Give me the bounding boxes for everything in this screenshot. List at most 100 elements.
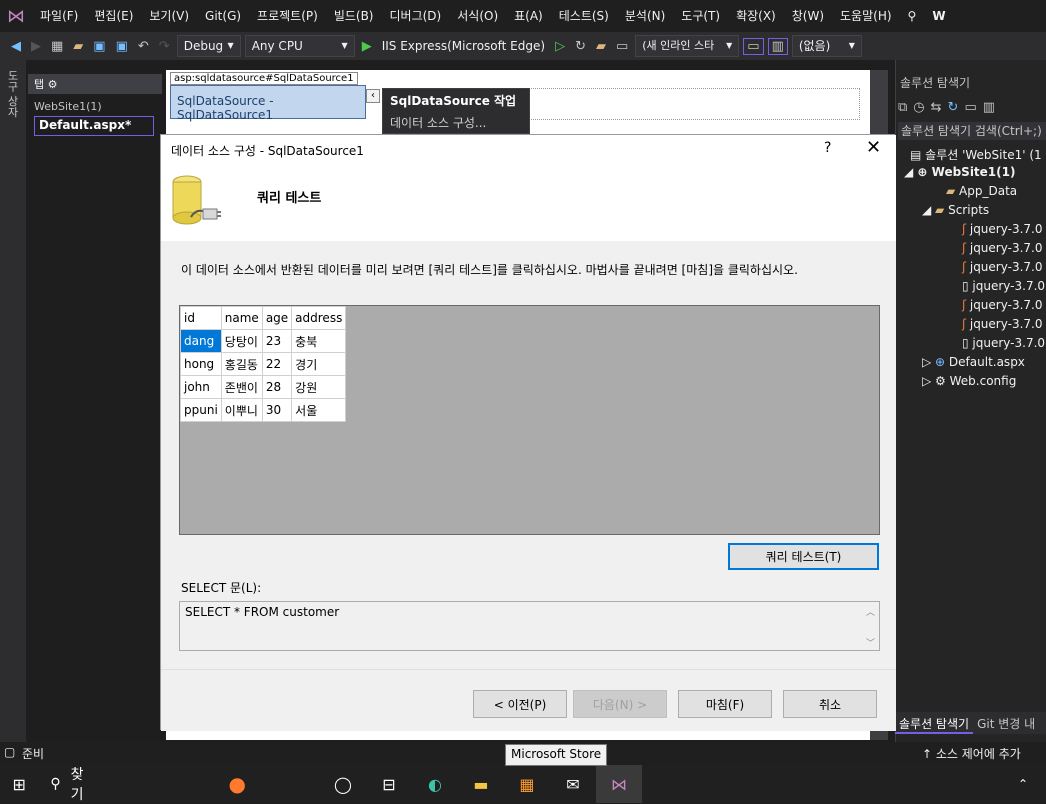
search-icon[interactable]: ⚲ [900,0,925,32]
history-icon[interactable]: ◷ [913,100,924,115]
menu-build[interactable]: 빌드(B) [326,0,382,32]
style-toggle-icon[interactable]: ▭ [743,37,764,55]
forward-icon[interactable]: ▶ [28,39,44,54]
table-cell[interactable]: dang [180,329,222,353]
column-header[interactable]: address [291,306,347,330]
table-cell[interactable]: 충북 [291,329,347,353]
configuration-select[interactable]: Debug ▼ [176,35,241,57]
default-aspx-item[interactable]: Default.aspx* [34,116,154,136]
cancel-button[interactable]: 취소 [783,690,877,718]
tree-default-aspx[interactable]: ▷ ⊕ Default.aspx [922,355,1025,369]
save-icon[interactable]: ▣ [90,39,108,54]
menu-view[interactable]: 보기(V) [141,0,197,32]
refresh-icon[interactable]: ↻ [948,100,959,115]
tree-app-data[interactable]: ▰ App_Data [946,184,1017,198]
previous-button[interactable]: < 이전(P) [473,690,567,718]
layout-icon[interactable]: ▭ [613,39,631,54]
windows-start-icon[interactable]: ⊞ [0,765,38,803]
visual-studio-taskbar-icon[interactable]: ⋈ [595,765,642,803]
tab-solution-explorer[interactable]: 솔루션 탐색기 [895,712,974,734]
table-cell[interactable]: john [180,375,222,399]
menu-project[interactable]: 프로젝트(P) [249,0,326,32]
tree-web-config[interactable]: ▷ ⚙ Web.config [922,374,1016,388]
table-cell[interactable]: 28 [261,375,293,399]
expand-arrow-icon[interactable]: ▷ [922,355,935,369]
task-view-icon[interactable]: ⊟ [366,765,412,803]
switch-views-icon[interactable]: ⧉ [898,100,907,115]
table-cell[interactable]: 23 [261,329,293,353]
column-header[interactable]: id [180,306,222,330]
tab-git-changes[interactable]: Git 변경 내 [973,712,1039,734]
menu-table[interactable]: 표(A) [506,0,551,32]
table-cell[interactable]: 홍길동 [220,352,263,376]
configure-data-source-link[interactable]: 데이터 소스 구성... [383,112,529,133]
file-explorer-icon[interactable]: ▬ [458,765,504,803]
menu-help[interactable]: 도움말(H) [832,0,900,32]
tree-js-file[interactable]: ʃ jquery-3.7.0 [962,317,1043,331]
menu-tools[interactable]: 도구(T) [673,0,728,32]
expand-arrow-icon[interactable]: ▷ [922,374,935,388]
column-header[interactable]: age [261,306,293,330]
expand-arrow-icon[interactable]: ◢ [904,165,917,179]
menu-test[interactable]: 테스트(S) [551,0,617,32]
tree-solution[interactable]: ▤ 솔루션 'WebSite1' (1 [910,146,1042,163]
menu-analyze[interactable]: 분석(N) [617,0,673,32]
hot-reload-icon[interactable]: ↻ [572,39,589,54]
tree-js-file[interactable]: ʃ jquery-3.7.0 [962,298,1043,312]
open-folder-icon[interactable]: ▰ [70,39,86,54]
tree-map-file[interactable]: ▯ jquery-3.7.0 [962,279,1045,293]
sync-icon[interactable]: ⇆ [931,100,942,115]
mail-icon[interactable]: ✉ [550,765,596,803]
menu-edit[interactable]: 편집(E) [86,0,141,32]
undo-icon[interactable]: ↶ [135,39,152,54]
add-to-source-control[interactable]: ↑ 소스 제어에 추가 [922,745,1021,762]
sqldatasource-control[interactable]: SqlDataSource - SqlDataSource1 [170,85,366,122]
taskbar-search[interactable]: ⚲ 찾기 ● [38,765,246,803]
toolbox-tab[interactable]: 도구 상자 [4,70,20,118]
solution-explorer-search[interactable]: 솔루션 탐색기 검색(Ctrl+;) [898,122,1046,140]
table-cell[interactable]: 22 [261,352,293,376]
query-result-grid[interactable]: id name age address dang 당탕이 23 충북 hong … [179,305,880,535]
table-cell[interactable]: 이뿌니 [220,398,263,422]
table-cell[interactable]: 서울 [291,398,347,422]
select-statement-scrollbar[interactable]: ︿ ﹀ [862,602,879,650]
table-cell[interactable]: 존밴이 [220,375,263,399]
close-icon[interactable]: ✕ [866,137,881,158]
gear-icon[interactable]: ⚙ [48,78,58,91]
table-cell[interactable]: 경기 [291,352,347,376]
test-query-button[interactable]: 쿼리 테스트(T) [728,543,879,570]
run-icon[interactable]: ▶ [359,39,375,54]
browse-icon[interactable]: ▰ [593,39,609,54]
menu-git[interactable]: Git(G) [197,0,249,32]
column-header[interactable]: name [220,306,263,330]
tree-js-file[interactable]: ʃ jquery-3.7.0 [962,222,1043,236]
tree-js-file[interactable]: ʃ jquery-3.7.0 [962,241,1043,255]
visual-studio-logo-icon[interactable]: ⋈ [0,0,32,32]
run-without-debug-icon[interactable]: ▷ [552,39,568,54]
table-cell[interactable]: 강원 [291,375,347,399]
smart-tag-chevron-icon[interactable]: ‹ [366,89,380,103]
menu-file[interactable]: 파일(F) [32,0,86,32]
expand-arrow-icon[interactable]: ◢ [922,203,935,217]
menu-debug[interactable]: 디버그(D) [382,0,450,32]
inline-style-select[interactable]: (새 인라인 스타 ▼ [635,35,740,57]
tree-scripts[interactable]: ◢ ▰ Scripts [922,203,989,217]
save-all-icon[interactable]: ▣ [113,39,131,54]
finish-button[interactable]: 마침(F) [678,690,772,718]
tree-map-file[interactable]: ▯ jquery-3.7.0 [962,336,1045,350]
new-project-icon[interactable]: ▦ [48,39,66,54]
platform-select[interactable]: Any CPU ▼ [244,35,355,57]
redo-icon[interactable]: ↷ [156,39,173,54]
menu-extensions[interactable]: 확장(X) [728,0,784,32]
show-all-files-icon[interactable]: ▥ [983,100,995,115]
microsoft-store-icon[interactable]: ▦ [504,765,550,803]
select-statement-box[interactable]: SELECT * FROM customer ︿ ﹀ [179,601,880,651]
scroll-up-icon[interactable]: ︿ [862,605,879,618]
class-select[interactable]: (없음) ▼ [791,35,862,57]
table-cell[interactable]: 당탕이 [220,329,263,353]
table-cell[interactable]: 30 [261,398,293,422]
help-button[interactable]: ? [824,140,831,156]
menu-window[interactable]: 창(W) [784,0,832,32]
back-icon[interactable]: ◀ [8,39,24,54]
tree-project[interactable]: ◢ ⊕ WebSite1(1) [904,165,1015,179]
